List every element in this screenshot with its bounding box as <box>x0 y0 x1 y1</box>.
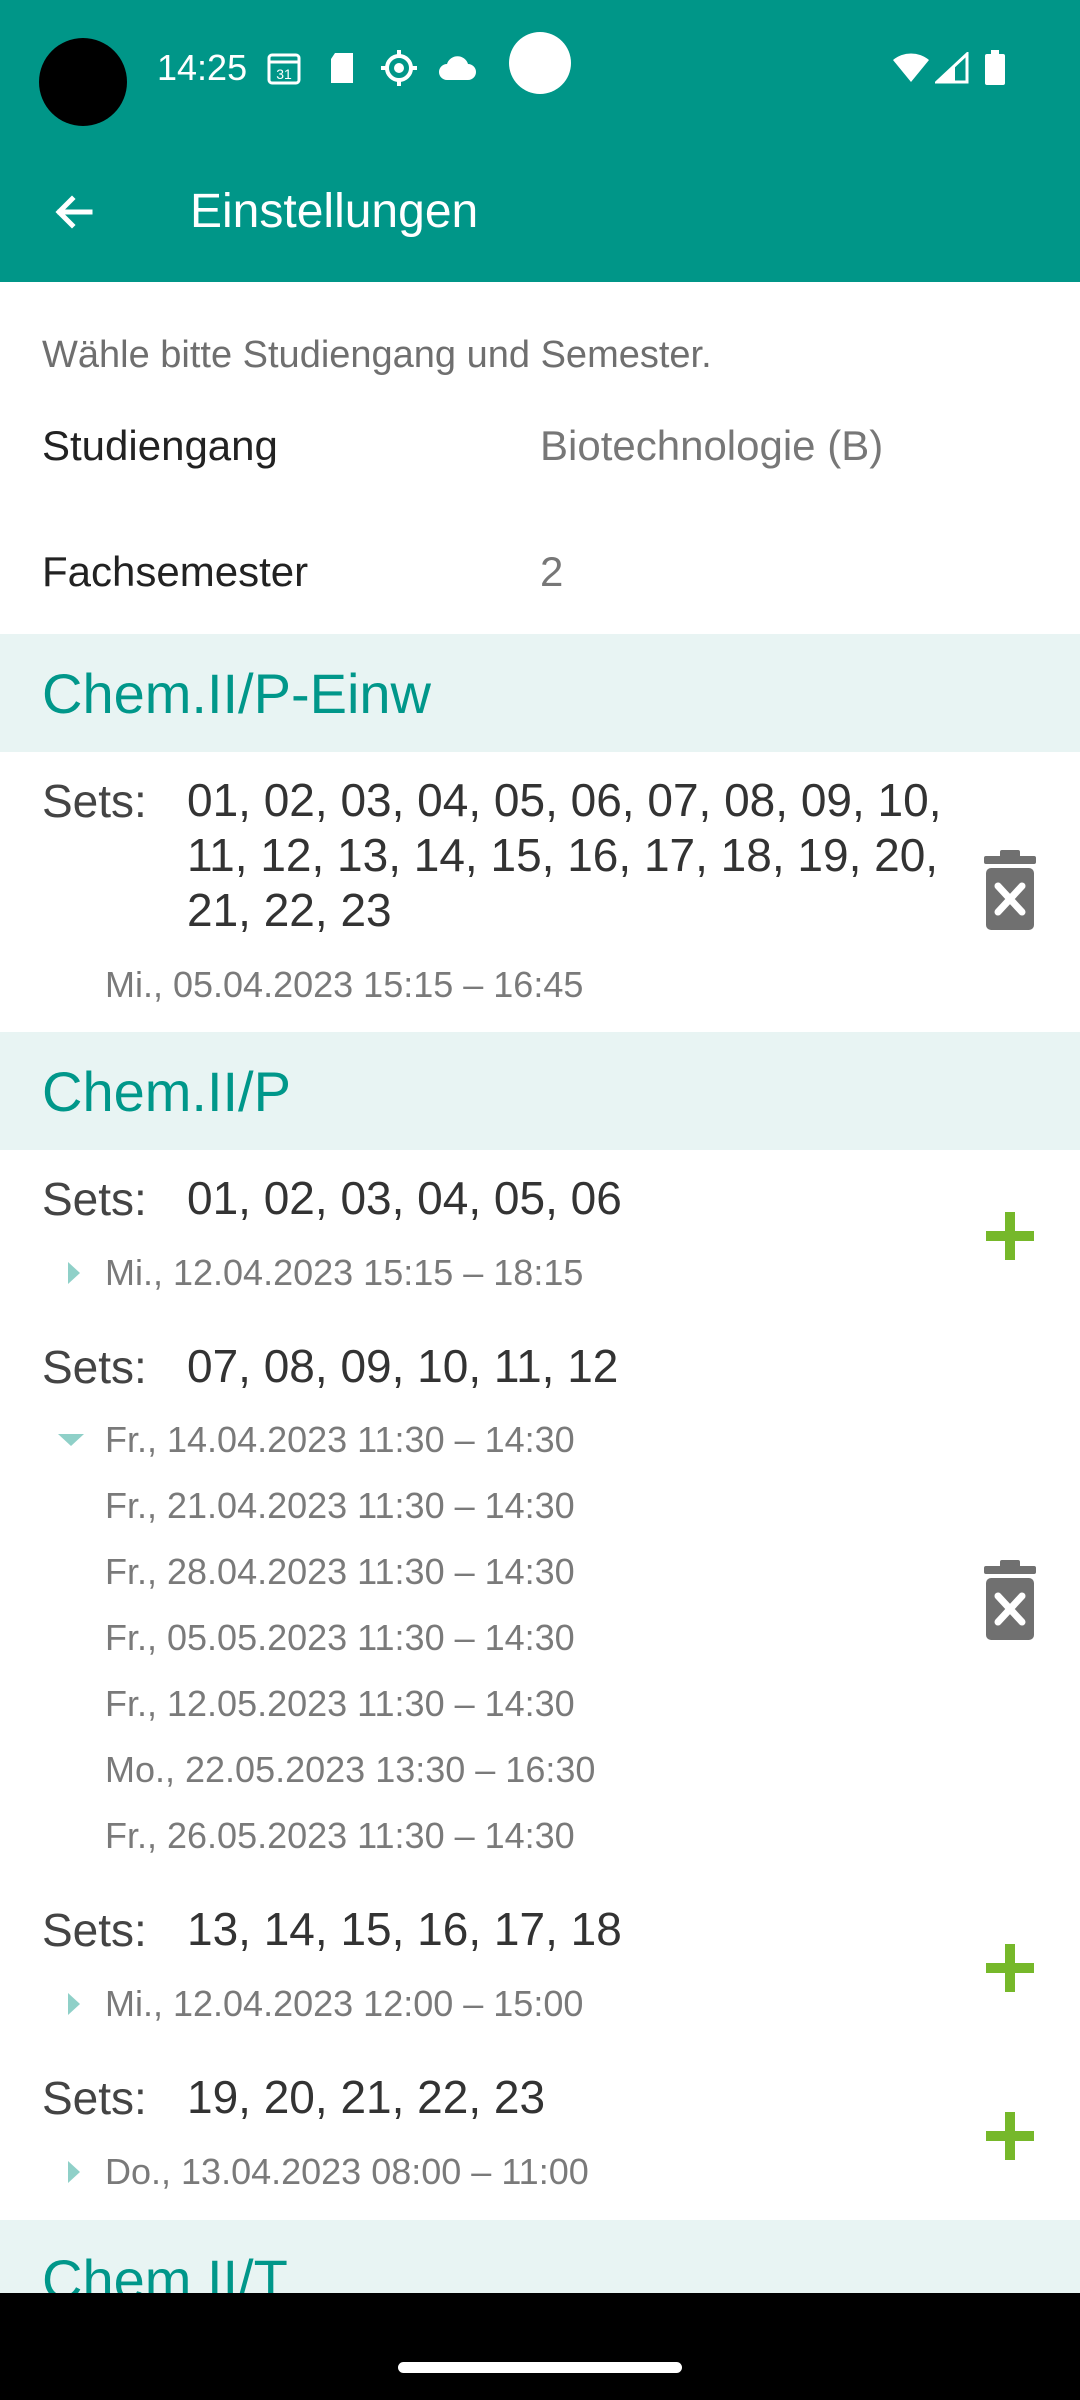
add-icon <box>986 2112 1034 2160</box>
section-header: Chem.II/P-Einw <box>0 634 1080 752</box>
expand-arrow-icon[interactable] <box>68 2161 80 2183</box>
sets-value: 01, 02, 03, 04, 05, 06, 07, 08, 09, 10, … <box>187 774 942 936</box>
settings-gear-icon <box>378 48 420 88</box>
sets-value: 19, 20, 21, 22, 23 <box>187 2071 546 2123</box>
add-icon <box>986 1212 1034 1260</box>
svg-text:31: 31 <box>276 66 292 82</box>
add-button[interactable] <box>984 2110 1036 2162</box>
wifi-icon <box>890 48 932 88</box>
front-camera <box>39 38 127 126</box>
date-line: Mi., 05.04.2023 15:15 – 16:45 <box>105 964 584 1005</box>
date-line: Fr., 14.04.2023 11:30 – 14:30 <box>105 1419 575 1460</box>
studiengang-label: Studiengang <box>42 422 278 469</box>
date-line: Fr., 21.04.2023 11:30 – 14:30 <box>105 1485 575 1526</box>
calendar-icon: 31 <box>264 48 304 88</box>
add-button[interactable] <box>984 1210 1036 1262</box>
delete-icon <box>984 850 1036 930</box>
date-line: Mo., 22.05.2023 13:30 – 16:30 <box>105 1749 596 1790</box>
app-header: 14:25 31 Einstellungen <box>0 0 1080 282</box>
sets-value: 13, 14, 15, 16, 17, 18 <box>187 1903 622 1955</box>
add-button[interactable] <box>984 1942 1036 1994</box>
fachsemester-value: 2 <box>540 548 564 595</box>
expand-arrow-icon[interactable] <box>68 1993 80 2015</box>
date-line: Fr., 05.05.2023 11:30 – 14:30 <box>105 1617 575 1658</box>
settings-hint: Wähle bitte Studiengang und Semester. <box>42 334 712 376</box>
section-title: Chem.II/P <box>42 1060 291 1123</box>
fachsemester-label: Fachsemester <box>42 548 309 595</box>
delete-button[interactable] <box>982 850 1038 932</box>
battery-icon <box>980 48 1010 88</box>
studiengang-value: Biotechnologie (B) <box>540 422 884 469</box>
section-title: Chem.II/T <box>42 2248 288 2294</box>
section-header: Chem.II/P <box>0 1032 1080 1150</box>
sets-label: Sets: <box>42 2072 147 2124</box>
date-line: Mi., 12.04.2023 15:15 – 18:15 <box>105 1252 584 1293</box>
collapse-arrow-icon[interactable] <box>58 1434 84 1446</box>
sets-value: 01, 02, 03, 04, 05, 06 <box>187 1172 622 1224</box>
expand-arrow-icon[interactable] <box>68 1262 80 1284</box>
cloud-icon <box>436 48 478 88</box>
page-title: Einstellungen <box>190 185 479 238</box>
delete-icon <box>984 1560 1036 1640</box>
date-line: Fr., 28.04.2023 11:30 – 14:30 <box>105 1551 575 1592</box>
signal-icon <box>934 48 970 88</box>
section-title: Chem.II/P-Einw <box>42 662 431 725</box>
sets-label: Sets: <box>42 1173 147 1225</box>
sets-label: Sets: <box>42 775 147 827</box>
sets-value: 07, 08, 09, 10, 11, 12 <box>187 1340 619 1392</box>
add-icon <box>986 1944 1034 1992</box>
date-line: Fr., 26.05.2023 11:30 – 14:30 <box>105 1815 575 1856</box>
navigation-bar <box>0 2293 1080 2400</box>
back-button[interactable] <box>40 178 108 246</box>
delete-button[interactable] <box>982 1560 1038 1642</box>
status-time: 14:25 <box>157 47 248 88</box>
sets-label: Sets: <box>42 1341 147 1393</box>
sets-label: Sets: <box>42 1904 147 1956</box>
date-line: Do., 13.04.2023 08:00 – 11:00 <box>105 2151 589 2192</box>
section-header: Chem.II/T <box>0 2220 1080 2294</box>
arrow-left-icon <box>55 195 93 229</box>
home-gesture-handle[interactable] <box>398 2362 682 2373</box>
date-line: Fr., 12.05.2023 11:30 – 14:30 <box>105 1683 575 1724</box>
sd-card-icon <box>324 48 360 88</box>
notification-dot <box>509 32 571 94</box>
date-line: Mi., 12.04.2023 12:00 – 15:00 <box>105 1983 584 2024</box>
